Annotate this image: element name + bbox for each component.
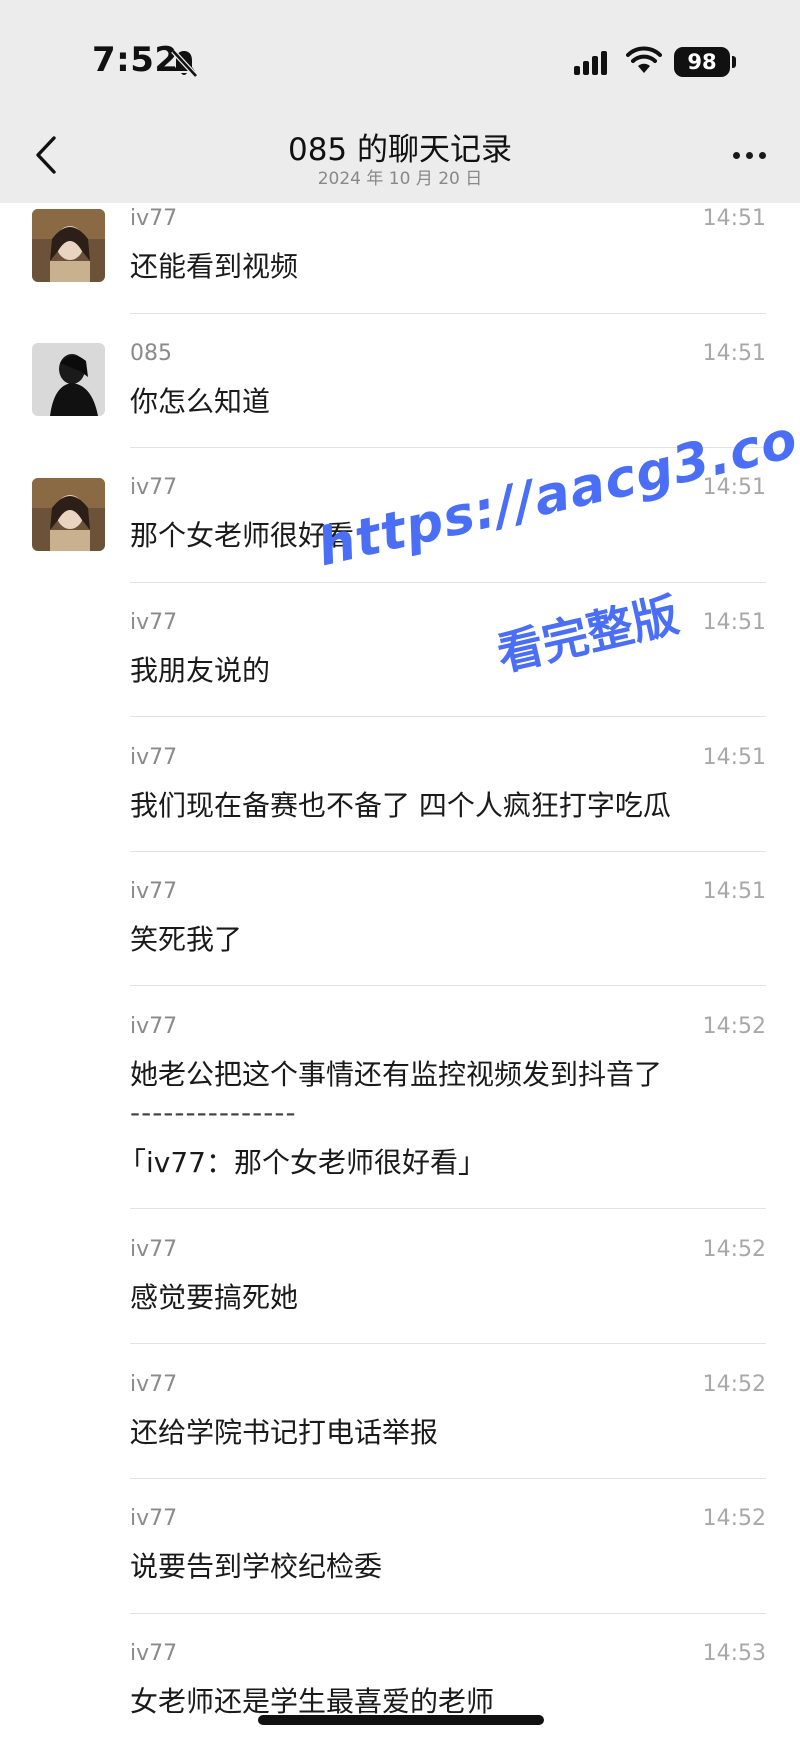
- message-time: 14:51: [702, 341, 766, 366]
- message-divider: [130, 1478, 766, 1479]
- message-text: 我们现在备赛也不备了 四个人疯狂打字吃瓜: [130, 789, 671, 822]
- message-sender: iv77: [130, 745, 178, 770]
- message-time: 14:53: [702, 1641, 766, 1666]
- page-subtitle: 2024 年 10 月 20 日: [317, 169, 483, 189]
- watermark-cta: 看完整版: [492, 587, 684, 682]
- message-text: 你怎么知道: [130, 385, 271, 418]
- message-time: 14:51: [702, 610, 766, 635]
- bell-muted-icon: [171, 49, 198, 78]
- avatar-085[interactable]: [32, 343, 105, 416]
- message-divider: [130, 1208, 766, 1209]
- message-time: 14:51: [702, 206, 766, 231]
- message-sender: iv77: [130, 879, 178, 904]
- dot-icon: [745, 151, 753, 159]
- back-button[interactable]: [28, 132, 68, 178]
- message-sender: iv77: [130, 475, 178, 500]
- message-divider: [130, 985, 766, 986]
- message-time: 14:52: [702, 1014, 766, 1039]
- message-sender: iv77: [130, 1014, 178, 1039]
- message-divider: [130, 851, 766, 852]
- message-divider: [130, 582, 766, 583]
- home-indicator[interactable]: [258, 1715, 544, 1725]
- message-sender: iv77: [130, 206, 178, 231]
- message-text: 我朋友说的: [130, 654, 271, 687]
- message-time: 14:52: [702, 1237, 766, 1262]
- message-sender: iv77: [130, 1372, 178, 1397]
- dot-icon: [732, 151, 740, 159]
- message-divider: [130, 1343, 766, 1344]
- signal-icon: [574, 51, 607, 75]
- battery-indicator: 98: [674, 47, 730, 77]
- message-sender: iv77: [130, 1506, 178, 1531]
- status-time: 7:52: [92, 40, 179, 80]
- dot-icon: [758, 151, 766, 159]
- message-time: 14:51: [702, 745, 766, 770]
- quote-divider: ---------------: [130, 1096, 297, 1129]
- wifi-icon: [626, 46, 662, 73]
- message-text: 女老师还是学生最喜爱的老师: [130, 1685, 495, 1718]
- message-sender: 085: [130, 341, 172, 366]
- message-divider: [130, 313, 766, 314]
- quoted-message[interactable]: 「iv77：那个女老师很好看」: [118, 1141, 486, 1181]
- message-divider: [130, 716, 766, 717]
- message-divider: [130, 1613, 766, 1614]
- message-text: 说要告到学校纪检委: [130, 1550, 383, 1583]
- avatar-iv77[interactable]: [32, 209, 105, 282]
- more-options-button[interactable]: [724, 140, 774, 170]
- page-title: 085 的聊天记录: [287, 132, 513, 168]
- message-time: 14:51: [702, 879, 766, 904]
- message-time: 14:52: [702, 1372, 766, 1397]
- message-sender: iv77: [130, 1237, 178, 1262]
- message-text: 笑死我了: [130, 923, 243, 956]
- message-text: 她老公把这个事情还有监控视频发到抖音了: [130, 1058, 663, 1091]
- message-sender: iv77: [130, 1641, 178, 1666]
- message-sender: iv77: [130, 610, 178, 635]
- message-text: 还给学院书记打电话举报: [130, 1416, 439, 1449]
- battery-nub: [732, 56, 736, 68]
- avatar-iv77[interactable]: [32, 478, 105, 551]
- message-text: 感觉要搞死她: [130, 1281, 299, 1314]
- message-text: 还能看到视频: [130, 250, 299, 283]
- message-time: 14:52: [702, 1506, 766, 1531]
- header: 7:52 98 085 的聊天记录 2024 年 10 月 20 日: [0, 0, 800, 203]
